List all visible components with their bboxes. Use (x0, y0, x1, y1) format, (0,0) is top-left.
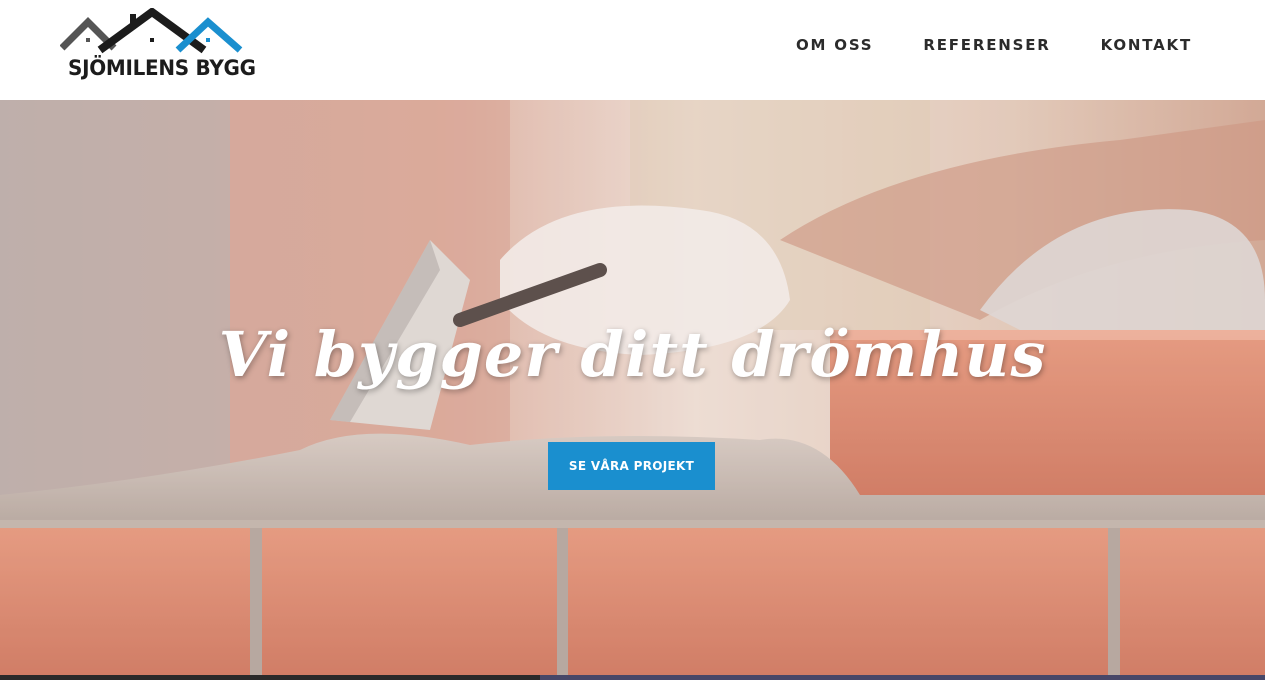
see-projects-button[interactable]: SE VÅRA PROJEKT (548, 442, 715, 490)
section-strip-right (540, 675, 1265, 680)
nav-item-kontakt[interactable]: KONTAKT (1101, 36, 1192, 54)
next-section-edge (0, 675, 1265, 680)
nav-item-referenser[interactable]: REFERENSER (923, 36, 1050, 54)
main-nav: OM OSS REFERENSER KONTAKT (796, 36, 1192, 54)
nav-item-om-oss[interactable]: OM OSS (796, 36, 873, 54)
logo[interactable]: SJÖMILENS BYGG (60, 8, 256, 86)
section-strip-left (0, 675, 540, 680)
logo-wordmark: SJÖMILENS BYGG (68, 56, 256, 80)
site-header: SJÖMILENS BYGG OM OSS REFERENSER KONTAKT (0, 0, 1265, 100)
hero-heading: Vi bygger ditt drömhus (218, 318, 1047, 391)
hero-section: Vi bygger ditt drömhus SE VÅRA PROJEKT (0, 100, 1265, 675)
logo-house-roofs-icon (60, 8, 243, 54)
